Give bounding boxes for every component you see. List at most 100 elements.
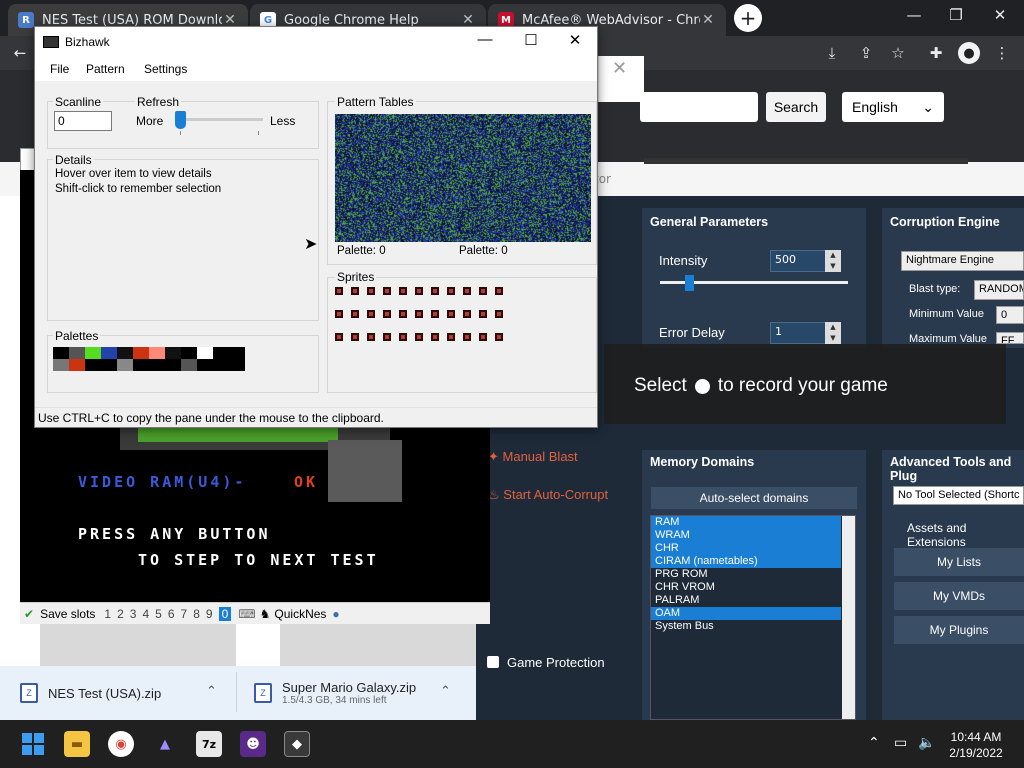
palette-swatch[interactable] [165, 359, 181, 371]
sprite-tile[interactable] [463, 333, 471, 341]
game-protection-checkbox[interactable] [487, 656, 499, 668]
volume-icon[interactable]: 🔈 [918, 735, 935, 751]
palette-swatch[interactable] [69, 347, 85, 359]
sprite-tile[interactable] [383, 287, 391, 295]
my-plugins-button[interactable]: My Plugins [894, 616, 1024, 644]
tab-close-icon[interactable]: ✕ [700, 12, 716, 28]
close-icon[interactable]: ✕ [555, 31, 595, 49]
menu-settings[interactable]: Settings [144, 62, 187, 76]
palette-swatch[interactable] [197, 347, 213, 359]
domain-item[interactable]: WRAM [651, 529, 841, 542]
download-item[interactable]: Z NES Test (USA).zip [20, 666, 161, 720]
download-item[interactable]: Z Super Mario Galaxy.zip 1.5/4.3 GB, 34 … [254, 666, 416, 720]
palette-swatch[interactable] [53, 359, 69, 371]
tray-overflow-icon[interactable]: ⌃ [868, 735, 880, 751]
memory-domain-list[interactable]: RAM WRAM CHR CIRAM (nametables) PRG ROM CHR V… [650, 515, 856, 720]
sprite-tile[interactable] [383, 333, 391, 341]
save-slot[interactable]: 3 [130, 607, 137, 621]
save-slot[interactable]: 2 [117, 607, 124, 621]
auto-select-domains-button[interactable]: Auto-select domains [651, 487, 857, 509]
palette-swatch[interactable] [117, 347, 133, 359]
error-delay-input[interactable]: 1 [770, 322, 826, 344]
save-slot[interactable]: 7 [181, 607, 188, 621]
palette-swatch[interactable] [53, 347, 69, 359]
sprite-tile[interactable] [447, 310, 455, 318]
palette-swatch[interactable] [165, 347, 181, 359]
palette-swatch[interactable] [101, 359, 117, 371]
sprite-tile[interactable] [415, 310, 423, 318]
menu-file[interactable]: File [50, 62, 69, 76]
my-lists-button[interactable]: My Lists [894, 548, 1024, 576]
share-icon[interactable]: ⇪ [856, 44, 876, 62]
refresh-slider[interactable] [175, 118, 263, 121]
maximize-icon[interactable]: ☐ [511, 31, 551, 49]
save-slot[interactable]: 1 [104, 607, 111, 621]
palette-swatch[interactable] [117, 359, 133, 371]
sprite-tile[interactable] [335, 333, 343, 341]
sprite-tile[interactable] [367, 287, 375, 295]
sprite-tile[interactable] [495, 333, 503, 341]
save-slot[interactable]: 5 [155, 607, 162, 621]
palette-swatch[interactable] [229, 347, 245, 359]
windows-start-icon[interactable] [20, 731, 46, 757]
taskbar-clock[interactable]: 10:44 AM 2/19/2022 [940, 729, 1012, 761]
menu-icon[interactable]: ⋮ [992, 44, 1012, 62]
sprite-tile[interactable] [479, 310, 487, 318]
tool-select[interactable]: No Tool Selected (Shortc [893, 486, 1024, 505]
domain-item[interactable]: CHR VROM [651, 581, 841, 594]
sprite-tile[interactable] [399, 287, 407, 295]
sprite-tile[interactable] [447, 333, 455, 341]
chrome-icon[interactable]: ◉ [108, 731, 134, 757]
sprite-tile[interactable] [431, 310, 439, 318]
sprite-tile[interactable] [335, 310, 343, 318]
sprite-tile[interactable] [367, 333, 375, 341]
refresh-slider-thumb[interactable] [175, 111, 186, 129]
sprite-tile[interactable] [415, 333, 423, 341]
domain-item[interactable]: CHR [651, 542, 841, 555]
minimum-value-input[interactable]: 0 [996, 306, 1024, 324]
display-icon[interactable]: ▭ [894, 735, 907, 751]
sprite-tile[interactable] [447, 287, 455, 295]
sprite-tile[interactable] [399, 310, 407, 318]
sprite-tile[interactable] [431, 333, 439, 341]
palette-swatch[interactable] [149, 359, 165, 371]
domain-item[interactable]: PALRAM [651, 594, 841, 607]
sprite-tile[interactable] [351, 333, 359, 341]
search-button[interactable]: Search [766, 92, 826, 122]
domain-list-scrollbar[interactable] [842, 516, 855, 719]
domain-item[interactable]: OAM [651, 607, 841, 620]
new-tab-button[interactable]: + [734, 4, 762, 32]
sprite-tile[interactable] [495, 287, 503, 295]
domain-item[interactable]: CIRAM (nametables) [651, 555, 841, 568]
back-arrow-icon[interactable]: ← [10, 44, 30, 62]
sprite-tile[interactable] [431, 287, 439, 295]
minimize-icon[interactable]: — [894, 6, 934, 24]
blast-type-select[interactable]: RANDOM [974, 280, 1024, 300]
profile-icon[interactable]: ● [958, 42, 980, 64]
minimize-icon[interactable]: — [465, 31, 505, 48]
palette-swatch[interactable] [101, 347, 117, 359]
sprite-tile[interactable] [399, 333, 407, 341]
sprite-tile[interactable] [351, 310, 359, 318]
restore-icon[interactable]: ❐ [936, 6, 976, 24]
close-window-icon[interactable]: ✕ [980, 6, 1020, 24]
palette-swatch[interactable] [133, 359, 149, 371]
close-icon[interactable]: ✕ [612, 58, 627, 79]
sprite-tile[interactable] [351, 287, 359, 295]
file-explorer-icon[interactable]: ▬ [64, 731, 90, 757]
save-slot[interactable]: 6 [168, 607, 175, 621]
palette-swatch[interactable] [197, 359, 213, 371]
auto-corrupt-button[interactable]: ♨ Start Auto-Corrupt [488, 487, 608, 503]
save-slot[interactable]: 9 [206, 607, 213, 621]
extensions-icon[interactable]: ✚ [926, 44, 946, 62]
intensity-slider-thumb[interactable] [685, 275, 694, 291]
palette-swatch[interactable] [85, 359, 101, 371]
domain-item[interactable]: System Bus [651, 620, 841, 633]
sprite-tile[interactable] [479, 287, 487, 295]
palette-swatch[interactable] [213, 347, 229, 359]
game-icon[interactable]: ☻ [240, 731, 266, 757]
palette-swatch[interactable] [69, 359, 85, 371]
save-slot[interactable]: 0 [218, 606, 232, 621]
palette-swatch[interactable] [213, 359, 229, 371]
sprite-tile[interactable] [383, 310, 391, 318]
